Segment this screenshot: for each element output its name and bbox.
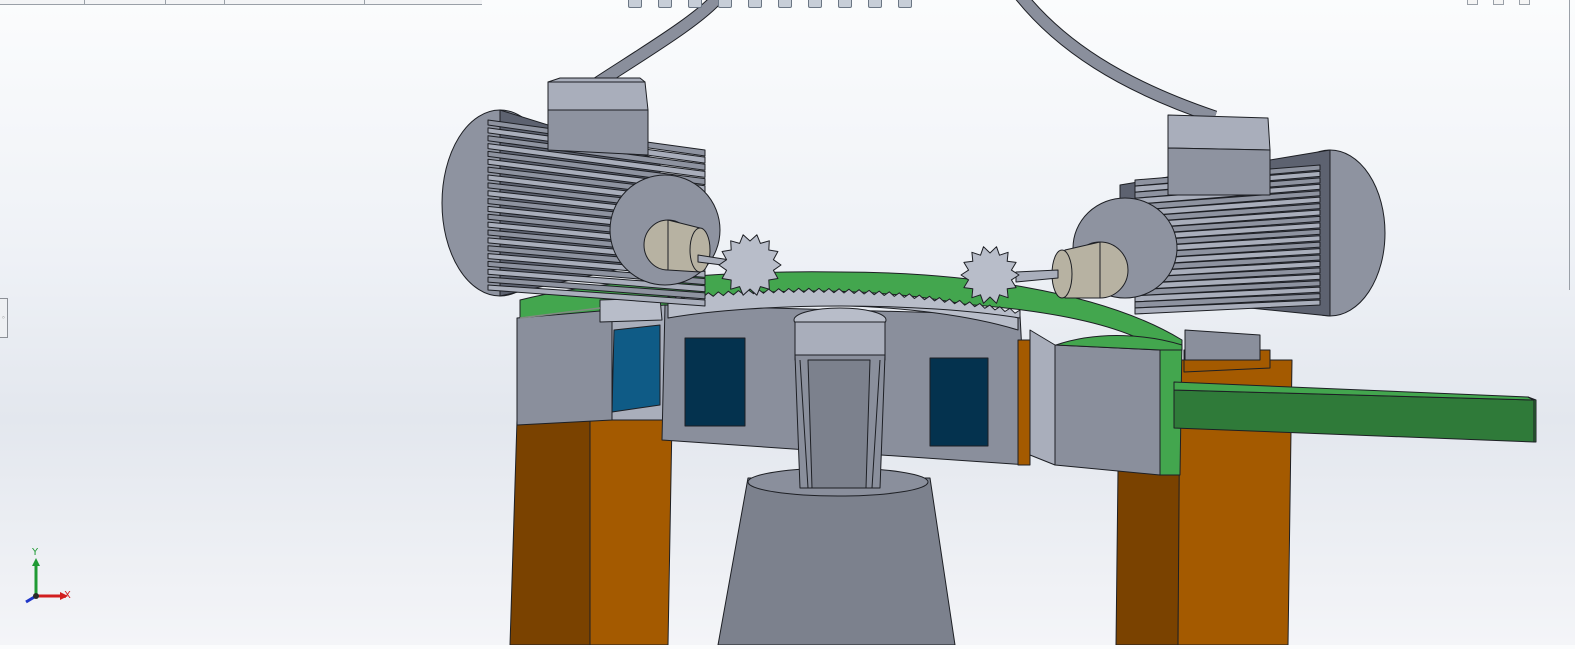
section-view-icon[interactable] [718, 0, 732, 8]
header-divider [165, 0, 166, 4]
power-cable-left[interactable] [586, 0, 725, 94]
center-pedestal[interactable] [717, 467, 956, 646]
view-settings-icon[interactable] [898, 0, 912, 8]
restore-icon[interactable] [1467, 0, 1478, 5]
hide-show-items-icon[interactable] [808, 0, 822, 8]
power-cable-right[interactable] [1015, 0, 1218, 124]
triad-x-label: X [64, 590, 71, 601]
close-icon[interactable] [1519, 0, 1530, 5]
support-leg-left[interactable] [509, 419, 673, 646]
feature-manager-header[interactable] [0, 0, 482, 5]
triad-y-label: Y [32, 547, 39, 558]
motor-left[interactable] [441, 77, 721, 307]
zoom-to-fit-icon[interactable] [628, 0, 642, 8]
header-divider [224, 0, 225, 4]
graphics-area[interactable]: ◦ Y X [0, 0, 1575, 646]
zoom-area-icon[interactable] [658, 0, 672, 8]
panel-collapse-handle[interactable]: ◦ [0, 298, 8, 338]
cad-model-view[interactable] [0, 0, 1575, 646]
header-divider [364, 0, 365, 4]
window-controls[interactable] [1467, 0, 1557, 6]
task-pane-edge [1569, 0, 1570, 290]
heads-up-view-toolbar[interactable] [628, 0, 948, 8]
housing-block-left[interactable] [516, 297, 666, 426]
apply-scene-icon[interactable] [868, 0, 882, 8]
previous-view-icon[interactable] [688, 0, 702, 8]
edit-appearance-icon[interactable] [838, 0, 852, 8]
display-style-icon[interactable] [778, 0, 792, 8]
tile-icon[interactable] [1493, 0, 1504, 5]
reference-triad: Y X [18, 547, 78, 610]
center-shaft[interactable] [793, 307, 887, 489]
housing-block-right[interactable] [1029, 329, 1183, 476]
triad-axes-icon [25, 558, 68, 604]
view-orientation-icon[interactable] [748, 0, 762, 8]
header-divider [84, 0, 85, 4]
handle-grip-icon: ◦ [1, 314, 6, 322]
